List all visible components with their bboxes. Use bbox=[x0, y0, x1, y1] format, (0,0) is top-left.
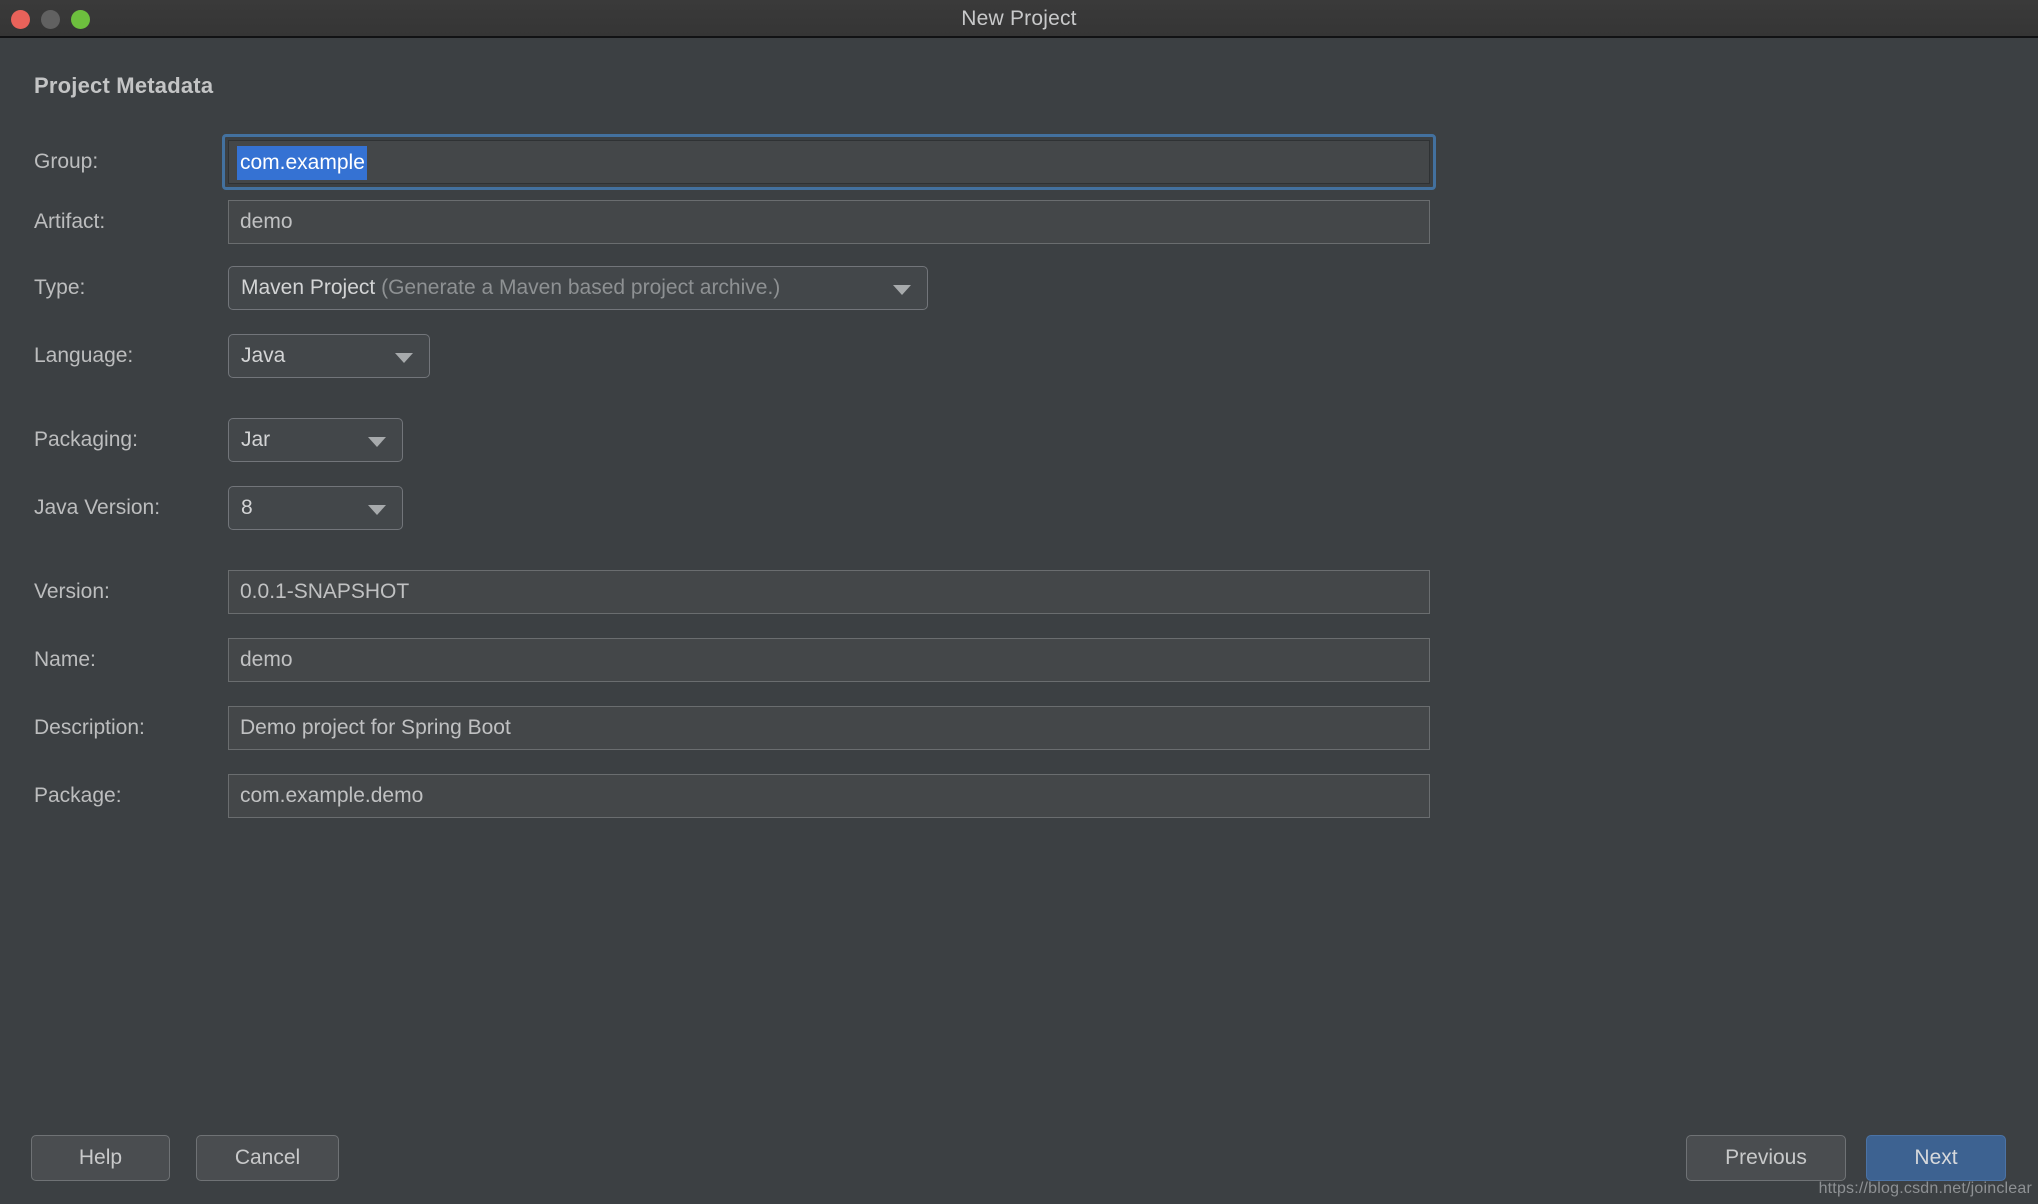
java-version-select-value: 8 bbox=[241, 496, 253, 519]
packaging-select[interactable]: Jar bbox=[228, 418, 403, 462]
language-label: Language: bbox=[34, 344, 134, 367]
version-label: Version: bbox=[34, 580, 110, 603]
java-version-label: Java Version: bbox=[34, 496, 161, 519]
chevron-down-icon bbox=[395, 353, 413, 363]
group-input[interactable]: com.example bbox=[222, 134, 1436, 190]
chevron-down-icon bbox=[893, 285, 911, 295]
packaging-select-value: Jar bbox=[241, 428, 271, 451]
group-label: Group: bbox=[34, 150, 99, 173]
language-select-value: Java bbox=[241, 344, 286, 367]
title-bar: New Project bbox=[0, 0, 2038, 38]
chevron-down-icon bbox=[368, 505, 386, 515]
watermark: https://blog.csdn.net/joinclear bbox=[1818, 1180, 2032, 1197]
type-select-value: Maven Project bbox=[241, 276, 376, 299]
page-title: Project Metadata bbox=[34, 73, 214, 98]
artifact-input[interactable]: demo bbox=[228, 200, 1430, 244]
description-label: Description: bbox=[34, 716, 145, 739]
cancel-button[interactable]: Cancel bbox=[196, 1135, 339, 1181]
help-button[interactable]: Help bbox=[31, 1135, 170, 1181]
name-label: Name: bbox=[34, 648, 96, 671]
window-title: New Project bbox=[961, 7, 1077, 30]
chevron-down-icon bbox=[368, 437, 386, 447]
packaging-label: Packaging: bbox=[34, 428, 138, 451]
package-input[interactable]: com.example.demo bbox=[228, 774, 1430, 818]
description-input[interactable]: Demo project for Spring Boot bbox=[228, 706, 1430, 750]
previous-button[interactable]: Previous bbox=[1686, 1135, 1846, 1181]
type-select[interactable]: Maven Project (Generate a Maven based pr… bbox=[228, 266, 928, 310]
group-input-selected-text: com.example bbox=[237, 146, 367, 180]
group-input-inner: com.example bbox=[228, 140, 1430, 184]
new-project-dialog: New Project Project Metadata Group: com.… bbox=[0, 0, 2038, 1204]
name-input[interactable]: demo bbox=[228, 638, 1430, 682]
artifact-label: Artifact: bbox=[34, 210, 106, 233]
java-version-select[interactable]: 8 bbox=[228, 486, 403, 530]
next-button[interactable]: Next bbox=[1866, 1135, 2006, 1181]
dialog-body: Project Metadata Group: com.example Arti… bbox=[0, 40, 2038, 1204]
language-select[interactable]: Java bbox=[228, 334, 430, 378]
version-input[interactable]: 0.0.1-SNAPSHOT bbox=[228, 570, 1430, 614]
package-label: Package: bbox=[34, 784, 122, 807]
type-select-hint: (Generate a Maven based project archive.… bbox=[381, 276, 781, 299]
type-label: Type: bbox=[34, 276, 86, 299]
